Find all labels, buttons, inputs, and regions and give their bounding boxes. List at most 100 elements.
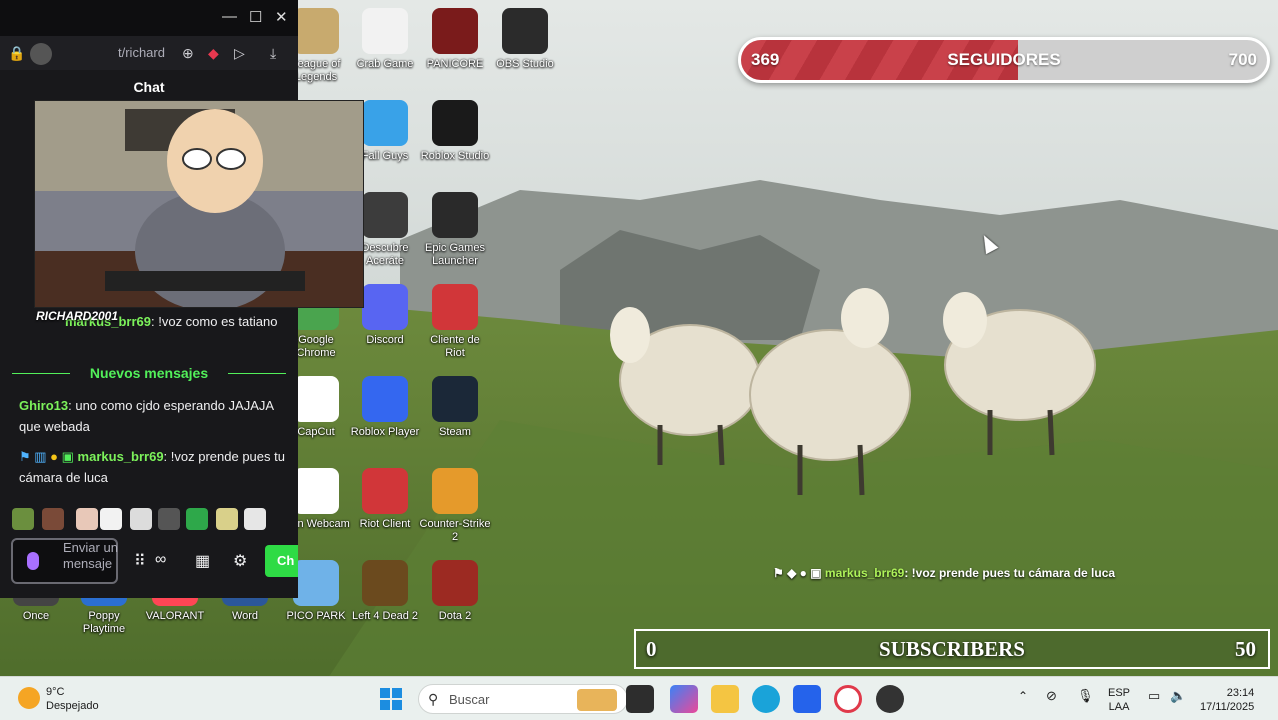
chat-input-placeholder: Enviar un mensaje — [63, 540, 118, 571]
copilot-icon[interactable] — [670, 685, 698, 713]
app-icon — [432, 468, 478, 514]
windows-icon — [380, 688, 402, 710]
users-icon[interactable]: ⠿ — [134, 551, 146, 571]
edge-icon[interactable] — [752, 685, 780, 713]
desktop-icon[interactable]: PANICORE — [419, 8, 491, 71]
emote-icon[interactable] — [186, 508, 208, 530]
clock-date: 17/11/2025 — [1200, 701, 1255, 713]
emote-icon[interactable] — [76, 508, 98, 530]
emote-icon[interactable] — [100, 508, 122, 530]
app-icon — [432, 8, 478, 54]
overlay-chat-user: markus_brr69 — [824, 566, 905, 580]
emote-icon[interactable] — [244, 508, 266, 530]
weather-icon[interactable] — [18, 687, 40, 709]
emote-icon[interactable] — [42, 508, 64, 530]
app-icon — [432, 192, 478, 238]
gear-icon[interactable]: ⚙ — [233, 551, 247, 571]
followers-label: SEGUIDORES — [947, 50, 1061, 69]
download-icon[interactable]: ⤓ — [270, 45, 276, 62]
gift-box-icon[interactable]: ▦ — [195, 551, 210, 571]
monitor-icon[interactable]: ▭ — [1148, 689, 1160, 703]
chat-message: ⚑ ▥ ● ▣ markus_brr69: !voz prende pues t… — [19, 446, 285, 488]
desktop-icon-label: Poppy Playtime — [82, 610, 126, 635]
opera-icon[interactable] — [834, 685, 862, 713]
chevron-up-icon[interactable]: ⌃ — [1018, 689, 1028, 703]
zoom-icon[interactable]: ⊕ — [182, 45, 194, 62]
app-icon — [502, 8, 548, 54]
overlay-chat-text: : !voz prende pues tu cámara de luca — [904, 566, 1116, 580]
chat-input[interactable]: Enviar un mensaje — [11, 538, 118, 584]
app-icon — [432, 100, 478, 146]
obs-taskbar-icon[interactable] — [876, 685, 904, 713]
weather-temp: 9°C — [46, 686, 65, 698]
store-icon[interactable] — [793, 685, 821, 713]
badge-icons: ⚑ ▥ — [19, 449, 51, 464]
desktop-icon-label: Steam — [439, 426, 471, 438]
clock-time: 23:14 — [1226, 687, 1255, 699]
taskbar-search[interactable]: ⚲ Buscar — [418, 684, 628, 714]
desktop-icon[interactable]: Crab Game — [349, 8, 421, 71]
desktop-icon[interactable]: Counter-Strike 2 — [419, 468, 491, 544]
app-icon — [362, 100, 408, 146]
followers-goal: 700 — [1228, 50, 1257, 69]
desktop-icon-label: Riot Client — [359, 518, 411, 530]
emote-icon[interactable] — [216, 508, 238, 530]
webcam-name: RICHARD2001 — [36, 309, 119, 323]
file-explorer-icon[interactable] — [711, 685, 739, 713]
start-button[interactable] — [380, 688, 402, 710]
network-off-icon[interactable]: ⊘ — [1046, 689, 1057, 703]
desktop-icon[interactable]: Left 4 Dead 2 — [349, 560, 421, 623]
new-messages-divider[interactable]: Nuevos mensajes — [12, 363, 286, 383]
language-indicator[interactable]: ESP LAA — [1108, 686, 1130, 714]
maximize-icon[interactable]: ☐ — [249, 8, 262, 26]
minimize-icon[interactable]: — — [222, 8, 237, 25]
chat-message: Ghiro13: uno como cjdo esperando JAJAJA … — [19, 395, 285, 437]
chat-user[interactable]: Ghiro13 — [19, 398, 68, 413]
emote-icon[interactable] — [130, 508, 152, 530]
search-highlight-icon — [577, 689, 617, 711]
subscribers-goal-bar: 0 SUBSCRIBERS 50 — [634, 629, 1270, 669]
chat-send-button[interactable]: Ch — [265, 545, 298, 577]
desktop-icon-label: Crab Game — [356, 58, 414, 70]
emote-icon[interactable] — [12, 508, 34, 530]
search-placeholder: Buscar — [449, 692, 490, 707]
send-icon[interactable]: ▷ — [234, 45, 245, 62]
app-icon — [293, 560, 339, 606]
emote-icon[interactable] — [158, 508, 180, 530]
chat-user[interactable]: markus_brr69 — [78, 449, 164, 464]
desktop-icon-label: Dota 2 — [438, 610, 472, 622]
app-icon — [362, 468, 408, 514]
microphone-tray-icon[interactable]: 🎙 — [1077, 689, 1094, 703]
volume-icon[interactable]: 🔈 — [1170, 689, 1186, 703]
subscribers-goal: 50 — [1235, 637, 1256, 661]
url-text[interactable]: t/richard — [118, 45, 165, 60]
task-view-icon[interactable] — [626, 685, 654, 713]
desktop-icon[interactable]: Epic Games Launcher — [419, 192, 491, 268]
lang-code: ESP — [1108, 687, 1131, 699]
lang-layout: LAA — [1108, 701, 1130, 713]
app-icon — [432, 284, 478, 330]
clock[interactable]: 23:14 17/11/2025 — [1200, 686, 1254, 714]
microphone-icon[interactable] — [27, 552, 39, 570]
desktop-icon[interactable]: Roblox Player — [349, 376, 421, 439]
desktop-icon-label: PANICORE — [426, 58, 484, 70]
app-icon — [432, 376, 478, 422]
subscribers-label: SUBSCRIBERS — [879, 637, 1025, 661]
desktop-icon[interactable]: Roblox Studio — [419, 100, 491, 163]
chat-text: : !voz como es tatiano — [151, 314, 278, 329]
desktop-icon[interactable]: Dota 2 — [419, 560, 491, 623]
desktop-icon[interactable]: Steam — [419, 376, 491, 439]
desktop-icon-label: VALORANT — [145, 610, 205, 622]
desktop-icon[interactable]: Cliente de Riot — [419, 284, 491, 360]
desktop-icon-label: Counter-Strike 2 — [419, 518, 491, 543]
infinity-icon[interactable]: ∞ — [155, 551, 166, 569]
desktop-icon[interactable]: OBS Studio — [489, 8, 561, 71]
address-bar: 🔒 t/richard ⊕ ◆ ▷ ⤓ — [0, 36, 298, 70]
close-icon[interactable]: ✕ — [275, 8, 288, 26]
app-icon — [293, 8, 339, 54]
avatar — [30, 43, 52, 65]
taskbar: 9°C Despejado ⚲ Buscar ⌃ ⊘ 🎙 ESP LAA ▭ 🔈… — [0, 676, 1278, 720]
shield-icon[interactable]: ◆ — [208, 45, 219, 62]
weather-widget[interactable]: 9°C Despejado — [46, 685, 99, 713]
desktop-icon[interactable]: Riot Client — [349, 468, 421, 531]
